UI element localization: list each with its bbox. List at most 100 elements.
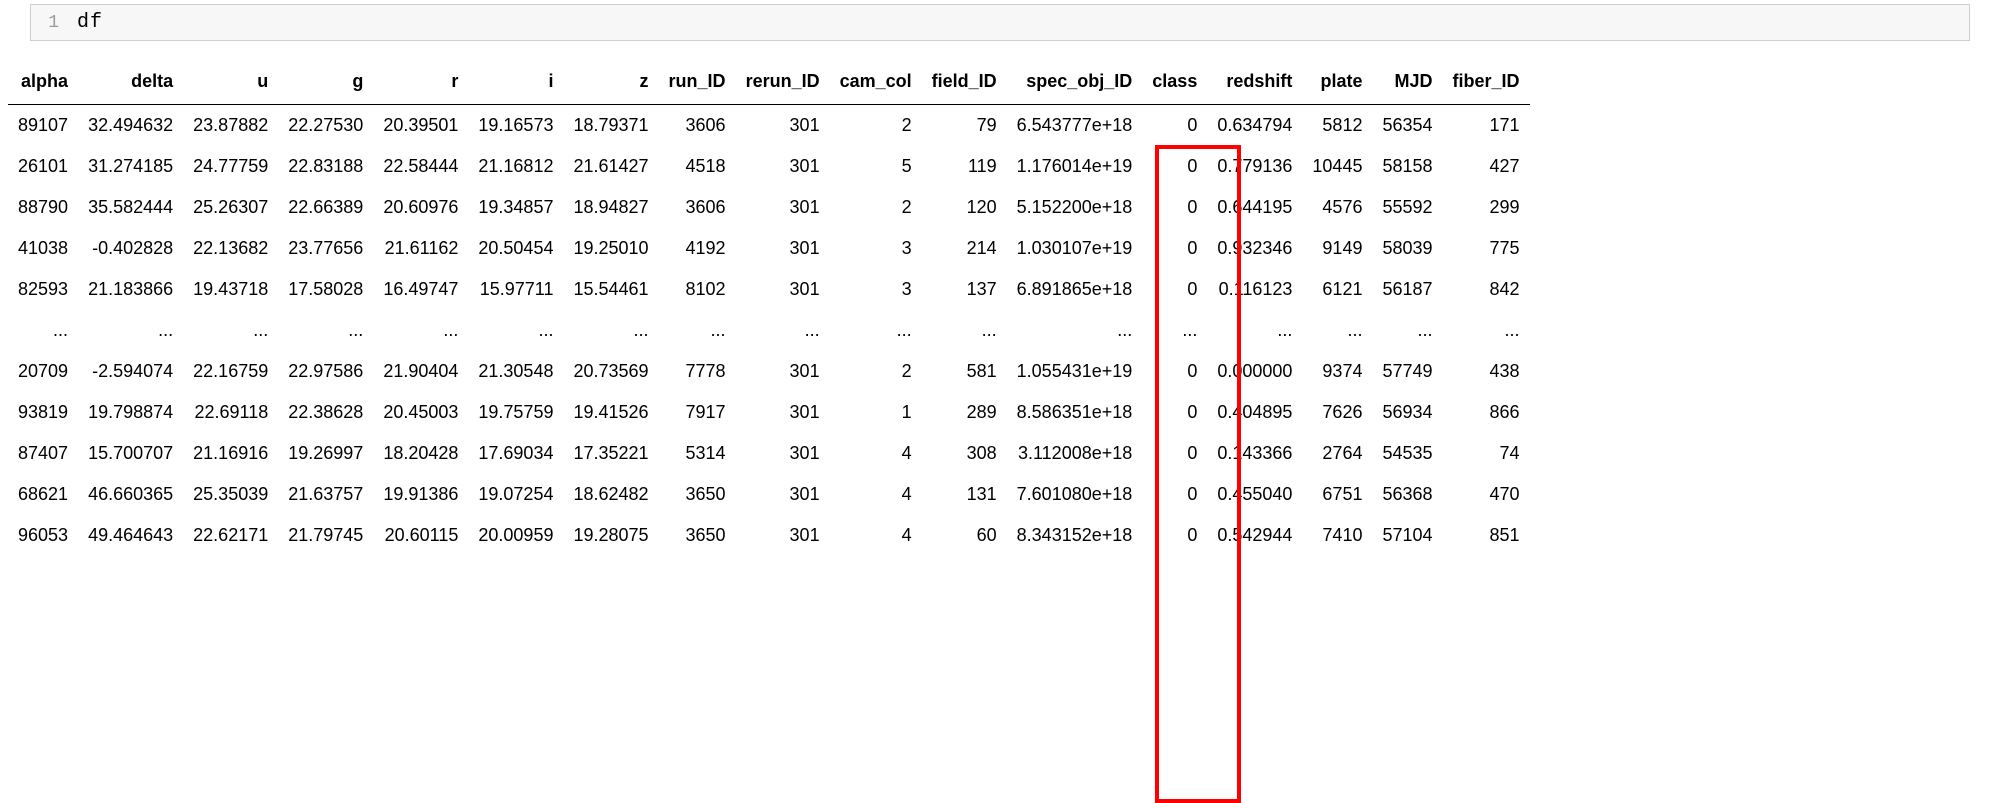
table-cell: 18.20428 [373, 433, 468, 474]
col-alpha: alpha [8, 59, 78, 105]
table-cell: 0.143366 [1207, 433, 1302, 474]
table-cell: 470 [1443, 474, 1530, 515]
table-cell: 56368 [1372, 474, 1442, 515]
table-cell: 0 [1142, 269, 1207, 310]
table-cell: 214 [922, 228, 1007, 269]
table-cell: 2 [830, 105, 922, 147]
table-cell: 171 [1443, 105, 1530, 147]
table-cell: 3 [830, 269, 922, 310]
table-cell: ... [1372, 310, 1442, 351]
col-spec_obj_ID: spec_obj_ID [1007, 59, 1143, 105]
table-cell: 4 [830, 433, 922, 474]
table-row: 20709-2.59407422.1675922.9758621.9040421… [8, 351, 1530, 392]
table-cell: 6751 [1302, 474, 1372, 515]
table-cell: 21.16812 [468, 146, 563, 187]
table-cell: 851 [1443, 515, 1530, 556]
table-cell: 8.586351e+18 [1007, 392, 1143, 433]
table-cell: 22.16759 [183, 351, 278, 392]
table-cell: 10445 [1302, 146, 1372, 187]
table-cell: 0 [1142, 146, 1207, 187]
table-cell: 0.455040 [1207, 474, 1302, 515]
table-cell: 1.176014e+19 [1007, 146, 1143, 187]
table-cell: 3606 [659, 105, 736, 147]
table-cell: 22.58444 [373, 146, 468, 187]
table-cell: 4 [830, 515, 922, 556]
table-cell: 25.35039 [183, 474, 278, 515]
line-number: 1 [45, 13, 59, 33]
table-cell: 0.932346 [1207, 228, 1302, 269]
col-cam_col: cam_col [830, 59, 922, 105]
table-cell: ... [78, 310, 183, 351]
col-u: u [183, 59, 278, 105]
table-cell: 9149 [1302, 228, 1372, 269]
table-cell: 79 [922, 105, 1007, 147]
col-i: i [468, 59, 563, 105]
table-cell: 4518 [659, 146, 736, 187]
table-cell: 19.75759 [468, 392, 563, 433]
table-cell: 301 [736, 433, 830, 474]
col-z: z [563, 59, 658, 105]
table-cell: 19.28075 [563, 515, 658, 556]
table-cell: 308 [922, 433, 1007, 474]
table-cell: 21.61162 [373, 228, 468, 269]
table-cell: 8102 [659, 269, 736, 310]
table-cell: 21.79745 [278, 515, 373, 556]
table-cell: 20.60976 [373, 187, 468, 228]
table-cell: 0 [1142, 228, 1207, 269]
table-cell: 5314 [659, 433, 736, 474]
table-cell: 68621 [8, 474, 78, 515]
table-cell: 22.62171 [183, 515, 278, 556]
table-cell: 24.77759 [183, 146, 278, 187]
table-cell: 87407 [8, 433, 78, 474]
table-cell: ... [830, 310, 922, 351]
table-cell: 20.00959 [468, 515, 563, 556]
table-cell: 60 [922, 515, 1007, 556]
table-cell: 137 [922, 269, 1007, 310]
table-cell: 119 [922, 146, 1007, 187]
table-cell: 49.464643 [78, 515, 183, 556]
table-row: 8259321.18386619.4371817.5802816.4974715… [8, 269, 1530, 310]
table-cell: 301 [736, 351, 830, 392]
table-cell: ... [736, 310, 830, 351]
col-g: g [278, 59, 373, 105]
table-cell: 7.601080e+18 [1007, 474, 1143, 515]
table-cell: 19.34857 [468, 187, 563, 228]
table-cell: 74 [1443, 433, 1530, 474]
table-cell: 22.97586 [278, 351, 373, 392]
table-cell: 56187 [1372, 269, 1442, 310]
table-cell: 5812 [1302, 105, 1372, 147]
table-cell: 20.39501 [373, 105, 468, 147]
table-cell: 58039 [1372, 228, 1442, 269]
table-cell: 299 [1443, 187, 1530, 228]
col-r: r [373, 59, 468, 105]
table-cell: 131 [922, 474, 1007, 515]
table-row: 9605349.46464322.6217121.7974520.6011520… [8, 515, 1530, 556]
col-field_ID: field_ID [922, 59, 1007, 105]
table-cell: 4 [830, 474, 922, 515]
table-cell: 23.87882 [183, 105, 278, 147]
table-cell: 9374 [1302, 351, 1372, 392]
table-cell: 20.50454 [468, 228, 563, 269]
table-cell: 20709 [8, 351, 78, 392]
table-cell: 56934 [1372, 392, 1442, 433]
table-cell: 22.66389 [278, 187, 373, 228]
table-cell: ... [183, 310, 278, 351]
table-cell: 20.45003 [373, 392, 468, 433]
table-cell: 15.700707 [78, 433, 183, 474]
table-cell: 6121 [1302, 269, 1372, 310]
table-cell: 93819 [8, 392, 78, 433]
table-row: 2610131.27418524.7775922.8318822.5844421… [8, 146, 1530, 187]
table-row: 8879035.58244425.2630722.6638920.6097619… [8, 187, 1530, 228]
table-cell: 18.79371 [563, 105, 658, 147]
table-cell: 0 [1142, 105, 1207, 147]
table-cell: 25.26307 [183, 187, 278, 228]
col-run_ID: run_ID [659, 59, 736, 105]
table-cell: 82593 [8, 269, 78, 310]
code-input-cell[interactable]: 1 df [30, 4, 1970, 41]
table-cell: 20.60115 [373, 515, 468, 556]
table-cell: 842 [1443, 269, 1530, 310]
table-cell: 8.343152e+18 [1007, 515, 1143, 556]
table-cell: 301 [736, 146, 830, 187]
table-cell: 4576 [1302, 187, 1372, 228]
table-cell: 438 [1443, 351, 1530, 392]
